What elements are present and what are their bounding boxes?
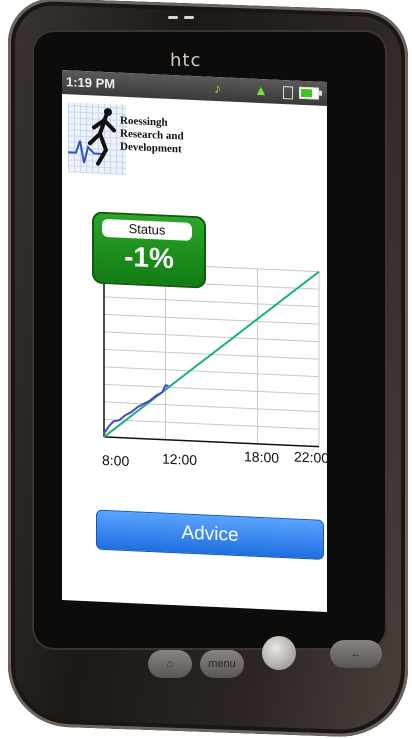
x-tick-label: 18:00 xyxy=(244,448,280,466)
logo-line: Development xyxy=(120,140,182,156)
phone-icon xyxy=(283,86,293,100)
advice-button[interactable]: Advice xyxy=(96,509,324,560)
x-tick-label: 12:00 xyxy=(162,450,198,469)
speaker-icon xyxy=(168,16,178,19)
volume-icon: ♪ xyxy=(214,79,221,97)
trackball[interactable] xyxy=(262,636,296,670)
grid-line xyxy=(104,383,319,395)
grid-line xyxy=(104,296,319,308)
brand-logo: htc xyxy=(170,50,202,71)
menu-button[interactable]: menu xyxy=(200,650,244,678)
grid-line xyxy=(104,313,319,325)
runner-icon xyxy=(68,108,116,166)
runner-logo xyxy=(68,102,126,175)
app-screen: 1:19 PM ♪ ▲ Roessingh Research and Devel… xyxy=(62,70,327,613)
x-tick-label: 22:00 xyxy=(294,448,327,467)
x-tick-label: 8:00 xyxy=(102,451,130,470)
grid-line xyxy=(104,366,319,378)
battery-icon xyxy=(299,86,319,100)
status-card: Status -1% xyxy=(92,211,206,289)
status-label: Status xyxy=(102,218,192,241)
x-axis xyxy=(104,436,319,448)
clock: 1:19 PM xyxy=(66,74,116,92)
organization-name: Roessingh Research and Development xyxy=(120,115,184,157)
signal-icon: ▲ xyxy=(254,81,268,99)
grid-line xyxy=(104,401,319,413)
speaker-icon xyxy=(184,16,194,19)
grid-line xyxy=(104,418,319,430)
status-value: -1% xyxy=(124,240,174,275)
grid-line xyxy=(104,331,319,343)
target-line xyxy=(103,270,320,438)
home-button[interactable]: ⌂ xyxy=(148,650,192,678)
battery-fill xyxy=(301,88,313,98)
back-button[interactable]: ← xyxy=(330,640,382,668)
